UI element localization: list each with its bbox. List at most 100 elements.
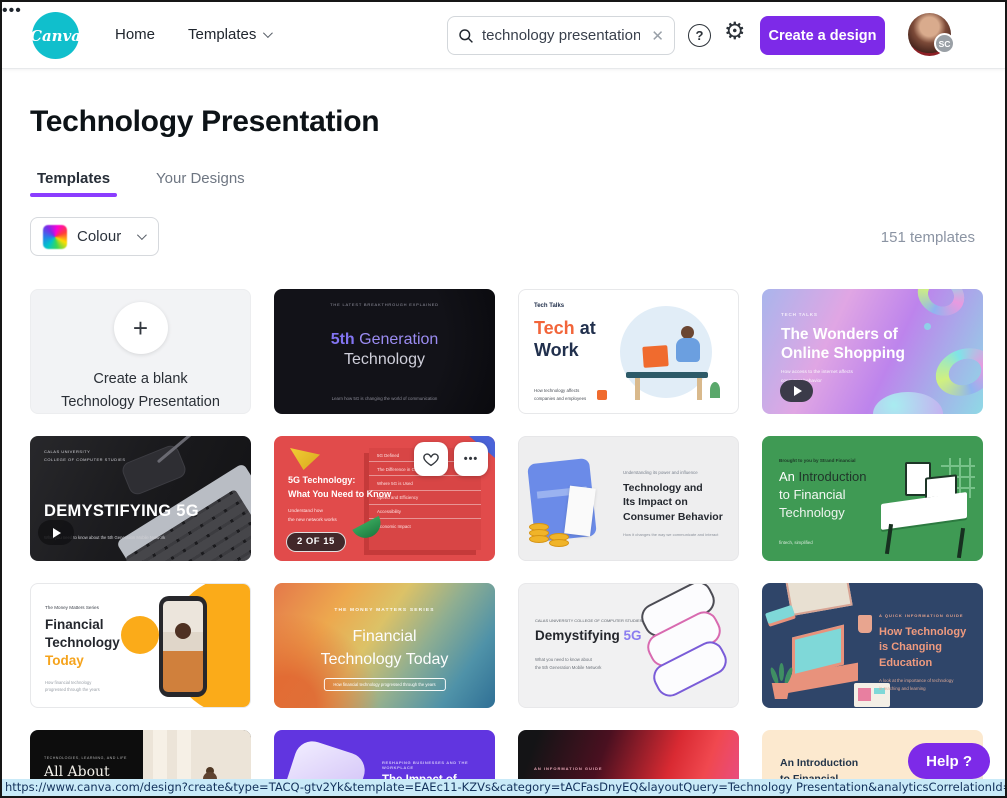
canva-logo[interactable]: Canva	[32, 12, 79, 59]
settings-gear-icon[interactable]: ⚙	[724, 20, 746, 44]
nav-home[interactable]: Home	[115, 26, 155, 43]
card-subtitle: A look at the importance of technology i…	[879, 677, 953, 694]
card-title: 5G Technology: What You Need to Know	[288, 474, 391, 501]
card-title: Technology and Its Impact on Consumer Be…	[623, 481, 723, 524]
title-line1: The Wonders of	[781, 325, 905, 344]
card-kicker: Tech Talks	[534, 303, 564, 309]
card-kicker: THE MONEY MATTERS SERIES	[274, 608, 495, 613]
card-kicker: TECHNOLOGIES, LEARNING, AND LIFE	[44, 756, 127, 760]
create-blank-card[interactable]: + Create a blank Technology Presentation	[30, 289, 251, 414]
search-icon	[458, 28, 474, 44]
template-count: 151 templates	[881, 229, 975, 246]
title-line2: Technology	[45, 634, 120, 652]
create-a-design-button[interactable]: Create a design	[760, 16, 885, 55]
card-title: DEMYSTIFYING 5G	[44, 502, 199, 521]
card-kicker: AN INFORMATION GUIDE	[534, 766, 603, 771]
title-accent: Today	[45, 653, 84, 668]
title-accent: 5th	[331, 331, 355, 348]
card-more-button[interactable]: •••	[454, 442, 488, 476]
card-title-line2: Work	[534, 340, 579, 361]
colour-filter-button[interactable]: Colour	[30, 217, 159, 256]
desk-shape	[881, 492, 967, 530]
pencil-cup-shape	[858, 615, 872, 633]
title-line2: What You Need to Know	[288, 488, 391, 502]
kicker-line1: CALAS UNIVERSITY	[44, 448, 126, 456]
card-subtitle-pill: How financial technology progressed thro…	[323, 678, 445, 691]
footer-line2: companies and employees	[534, 395, 586, 402]
template-card-tech-at-work[interactable]: Tech Talks Tech at Work How technology a…	[518, 289, 739, 414]
title-line1: Financial	[274, 625, 495, 648]
card-title-line2: to Financial	[779, 487, 845, 502]
template-card-intro-financial-technology[interactable]: Brought to you by Strand Financial An In…	[762, 436, 983, 561]
avatar-team-badge: SC	[934, 33, 955, 54]
card-footer: How technology affects companies and emp…	[534, 387, 586, 402]
plant-shape	[710, 382, 720, 398]
ring-3d-shape	[929, 340, 983, 404]
template-card-financial-technology-today[interactable]: The Money Matters Series Financial Techn…	[30, 583, 251, 708]
card-title: Demystifying 5G	[535, 628, 642, 643]
template-card-financial-today-gradient[interactable]: THE MONEY MATTERS SERIES Financial Techn…	[274, 583, 495, 708]
template-card-technology-education[interactable]: A QUICK INFORMATION GUIDE How Technology…	[762, 583, 983, 708]
leaf-shape	[779, 663, 784, 681]
title-line1: An Introduction	[780, 756, 858, 772]
ring-3d-shape	[911, 289, 971, 323]
help-floating-button[interactable]: Help ?	[908, 743, 990, 779]
tab-templates[interactable]: Templates	[37, 170, 110, 187]
help-icon[interactable]: ?	[688, 24, 711, 47]
card-title-line2: Technology	[274, 351, 495, 369]
tab-your-designs[interactable]: Your Designs	[156, 170, 245, 187]
title-dark: Introduction	[795, 469, 867, 484]
nav-templates[interactable]: Templates	[188, 26, 270, 43]
template-card-demystifying-5g-light[interactable]: CALAS UNIVERSITY COLLEGE OF COMPUTER STU…	[518, 583, 739, 708]
footer-line2: progressed through the years	[45, 686, 100, 694]
template-card-5g-what-you-need[interactable]: 5G Defined The Difference in Communicati…	[274, 436, 495, 561]
template-card-online-shopping[interactable]: TECH TALKS The Wonders of Online Shoppin…	[762, 289, 983, 414]
card-kicker: Brought to you by Strand Financial	[779, 458, 856, 463]
blob-3d-shape	[873, 392, 943, 414]
subtitle-line1: A look at the importance of technology	[879, 677, 953, 685]
create-blank-label: Create a blank Technology Presentation	[56, 368, 226, 413]
card-title: The Wonders of Online Shopping	[781, 325, 905, 364]
map-shape	[785, 583, 852, 616]
card-kicker: RESHAPING BUSINESSES AND THE WORKPLACE	[382, 760, 495, 770]
canva-templates-page: Canva Home Templates ••• ✕ ? ⚙ Create a …	[0, 0, 1007, 798]
card-footer: How it changes the way we communicate an…	[623, 532, 718, 537]
coin-shape	[529, 535, 549, 543]
footer-line1: How financial technology	[45, 679, 100, 687]
person-head-shape	[175, 623, 191, 639]
card-kicker: CALAS UNIVERSITY COLLEGE OF COMPUTER STU…	[535, 618, 642, 623]
subtitle-line1: How access to the internet affects	[781, 369, 853, 378]
template-card-demystifying-5g-dark[interactable]: CALAS UNIVERSITY COLLEGE OF COMPUTER STU…	[30, 436, 251, 561]
play-icon	[794, 386, 802, 396]
title-dark: Demystifying	[535, 628, 620, 643]
chevron-down-icon	[137, 230, 147, 240]
template-card-consumer-behavior[interactable]: Understanding its power and influence Te…	[518, 436, 739, 561]
card-footer: Learn how 5G is changing the world of co…	[274, 396, 495, 401]
desk-leg-shape	[635, 378, 640, 400]
card-kicker: TECH TALKS	[781, 312, 818, 317]
chevron-down-icon	[263, 28, 273, 38]
title-line2: Online Shopping	[781, 344, 905, 363]
template-card-5th-generation[interactable]: THE LATEST BREAKTHROUGH EXPLAINED 5th Ge…	[274, 289, 495, 414]
subtitle-line2: the new network works	[288, 517, 337, 526]
play-button[interactable]	[38, 520, 74, 545]
search-box[interactable]: ✕	[447, 16, 675, 55]
title-accent: Tech	[534, 318, 575, 338]
colour-filter-label: Colour	[77, 228, 121, 245]
dot-shape	[924, 323, 931, 330]
heart-icon	[422, 450, 440, 468]
arrow-button-shape	[597, 390, 607, 400]
card-title: Financial Technology Today	[45, 616, 120, 669]
search-input[interactable]	[482, 27, 640, 44]
card-title-line1: Tech at	[534, 318, 596, 339]
card-title: All About	[44, 764, 110, 780]
card-title-line1: An Introduction	[779, 469, 866, 484]
desk-leg-shape	[697, 378, 702, 400]
favourite-button[interactable]	[414, 442, 448, 476]
title-line1: 5G Technology:	[288, 474, 391, 488]
play-button[interactable]	[780, 380, 813, 402]
yellow-triangle-shape	[290, 448, 320, 470]
clear-search-icon[interactable]: ✕	[651, 27, 664, 45]
browser-status-bar: https://www.canva.com/design?create&type…	[2, 779, 1005, 796]
title-rest: Generation	[355, 331, 439, 348]
